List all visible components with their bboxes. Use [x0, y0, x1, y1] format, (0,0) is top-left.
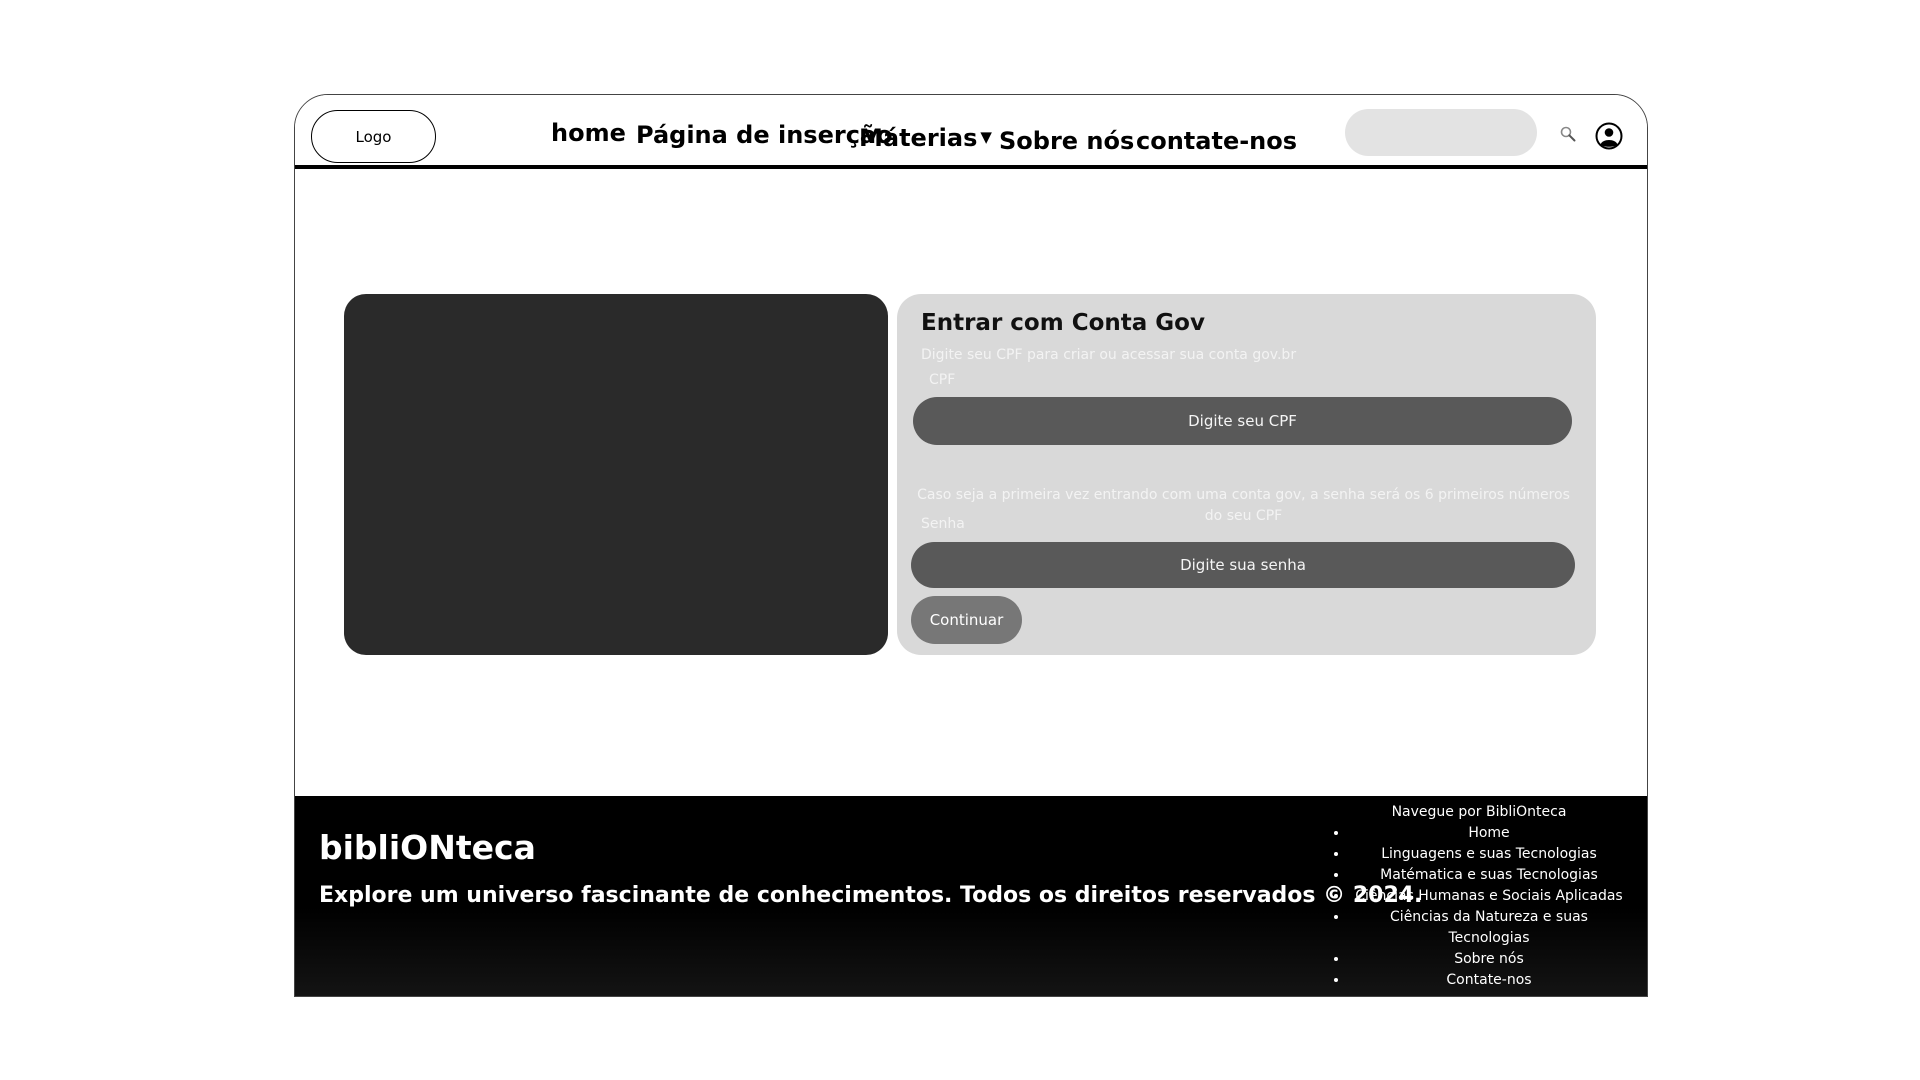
footer-nav-title: Navegue por BibliOnteca	[1391, 804, 1567, 820]
footer-link-home[interactable]: Home	[1349, 823, 1629, 844]
footer-navigation: Navegue por BibliOnteca Home Linguagens …	[1329, 802, 1629, 991]
top-navbar: Logo home Página de inserção Máterias ▼ S…	[295, 95, 1647, 169]
app-frame: Logo home Página de inserção Máterias ▼ S…	[294, 94, 1648, 997]
cpf-input[interactable]	[913, 397, 1572, 445]
user-account-icon[interactable]	[1595, 122, 1623, 150]
gov-login-card: Entrar com Conta Gov Digite seu CPF para…	[897, 294, 1596, 655]
footer-tagline: Explore um universo fascinante de conhec…	[319, 883, 1423, 908]
continue-button[interactable]: Continuar	[911, 596, 1022, 644]
password-label: Senha	[921, 516, 965, 532]
login-subtitle: Digite seu CPF para criar ou acessar sua…	[921, 347, 1297, 363]
password-hint: Caso seja a primeira vez entrando com um…	[917, 487, 1570, 524]
nav-link-insert-page[interactable]: Página de inserção	[636, 121, 893, 149]
footer-brand: bibliONteca	[319, 828, 536, 867]
footer-link-matematica[interactable]: Matématica e suas Tecnologias	[1349, 865, 1629, 886]
footer-link-list: Home Linguagens e suas Tecnologias Matém…	[1329, 823, 1629, 991]
nav-dropdown-materias-label: Máterias	[859, 124, 978, 152]
footer-link-contact[interactable]: Contate-nos	[1349, 970, 1629, 991]
search-icon[interactable]	[1559, 125, 1577, 143]
logo-button[interactable]: Logo	[311, 110, 436, 163]
login-title: Entrar com Conta Gov	[921, 310, 1205, 336]
nav-link-home[interactable]: home	[551, 119, 626, 147]
nav-link-contact[interactable]: contate-nos	[1136, 127, 1297, 155]
footer-link-about[interactable]: Sobre nós	[1349, 949, 1629, 970]
search-input[interactable]	[1345, 109, 1537, 156]
caret-down-icon: ▼	[980, 128, 992, 146]
nav-dropdown-materias[interactable]: Máterias ▼	[859, 124, 992, 152]
media-placeholder-panel	[344, 294, 888, 655]
footer-link-linguagens[interactable]: Linguagens e suas Tecnologias	[1349, 844, 1629, 865]
cpf-label: CPF	[929, 372, 956, 388]
footer: bibliONteca Explore um universo fascinan…	[295, 796, 1647, 996]
footer-link-humanas[interactable]: Ciências Humanas e Sociais Aplicadas	[1349, 886, 1629, 907]
nav-link-about[interactable]: Sobre nós	[999, 127, 1134, 155]
password-input[interactable]	[911, 542, 1575, 588]
footer-link-natureza[interactable]: Ciências da Natureza e suas Tecnologias	[1349, 907, 1629, 949]
